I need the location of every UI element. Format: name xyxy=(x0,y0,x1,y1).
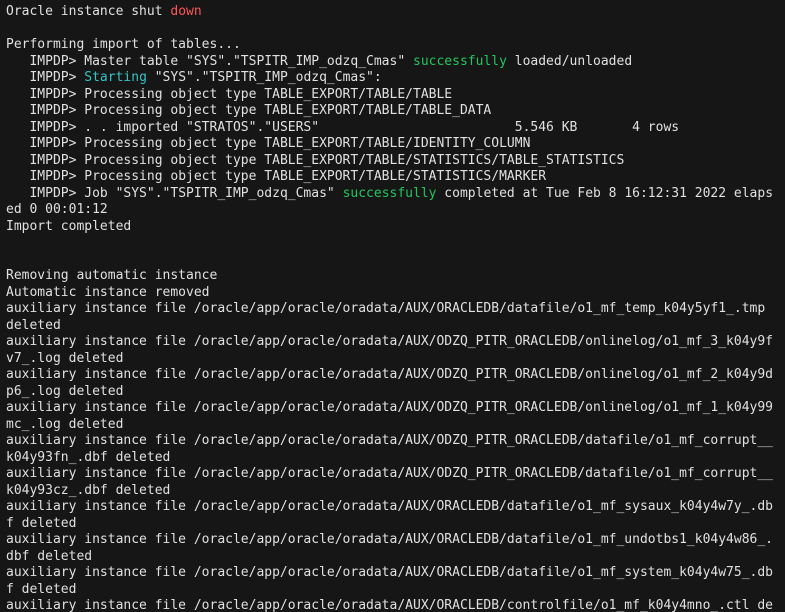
terminal-line: auxiliary instance file /oracle/app/orac… xyxy=(6,598,779,612)
terminal-line: Import completed xyxy=(6,219,779,236)
terminal-line: IMPDP> Processing object type TABLE_EXPO… xyxy=(6,87,779,104)
terminal-text: auxiliary instance file /oracle/app/orac… xyxy=(6,367,773,399)
terminal-text: Automatic instance removed xyxy=(6,285,210,300)
terminal-text: Oracle instance shut xyxy=(6,4,170,19)
terminal-text: IMPDP> Processing object type TABLE_EXPO… xyxy=(6,103,491,118)
terminal-line: IMPDP> Job "SYS"."TSPITR_IMP_odzq_Cmas" … xyxy=(6,186,779,219)
terminal-line xyxy=(6,21,779,38)
terminal-line: Performing import of tables... xyxy=(6,37,779,54)
terminal-text: IMPDP> Job "SYS"."TSPITR_IMP_odzq_Cmas" xyxy=(6,186,343,201)
terminal-line: IMPDP> Processing object type TABLE_EXPO… xyxy=(6,103,779,120)
terminal-text: IMPDP> Processing object type TABLE_EXPO… xyxy=(6,169,546,184)
terminal-text: auxiliary instance file /oracle/app/orac… xyxy=(6,400,773,432)
terminal-text: auxiliary instance file /oracle/app/orac… xyxy=(6,433,773,465)
terminal-line: IMPDP> Processing object type TABLE_EXPO… xyxy=(6,136,779,153)
terminal-text: IMPDP> Processing object type TABLE_EXPO… xyxy=(6,136,530,151)
terminal-text: loaded/unloaded xyxy=(507,54,632,69)
terminal-line xyxy=(6,235,779,252)
terminal-line: auxiliary instance file /oracle/app/orac… xyxy=(6,301,779,334)
terminal-line: auxiliary instance file /oracle/app/orac… xyxy=(6,565,779,598)
terminal-text: auxiliary instance file /oracle/app/orac… xyxy=(6,598,773,612)
terminal-text: successfully xyxy=(413,54,507,69)
terminal-line: IMPDP> Starting "SYS"."TSPITR_IMP_odzq_C… xyxy=(6,70,779,87)
terminal-line xyxy=(6,252,779,269)
terminal-line: auxiliary instance file /oracle/app/orac… xyxy=(6,334,779,367)
terminal-text: "SYS"."TSPITR_IMP_odzq_Cmas": xyxy=(147,70,382,85)
terminal-text: IMPDP> Master table "SYS"."TSPITR_IMP_od… xyxy=(6,54,413,69)
terminal-line: Automatic instance removed xyxy=(6,285,779,302)
terminal-line: IMPDP> Master table "SYS"."TSPITR_IMP_od… xyxy=(6,54,779,71)
terminal-line: auxiliary instance file /oracle/app/orac… xyxy=(6,367,779,400)
terminal-text: successfully xyxy=(343,186,437,201)
terminal-line: Removing automatic instance xyxy=(6,268,779,285)
terminal-line: auxiliary instance file /oracle/app/orac… xyxy=(6,400,779,433)
terminal-text: auxiliary instance file /oracle/app/orac… xyxy=(6,334,773,366)
terminal-line: auxiliary instance file /oracle/app/orac… xyxy=(6,532,779,565)
terminal-text: IMPDP> xyxy=(6,70,84,85)
terminal-line: IMPDP> Processing object type TABLE_EXPO… xyxy=(6,169,779,186)
terminal-text: Import completed xyxy=(6,219,131,234)
terminal-text: Performing import of tables... xyxy=(6,37,241,52)
terminal-text: IMPDP> Processing object type TABLE_EXPO… xyxy=(6,87,452,102)
terminal-line: IMPDP> . . imported "STRATOS"."USERS" 5.… xyxy=(6,120,779,137)
terminal-output: Oracle instance shut down Performing imp… xyxy=(0,0,785,612)
terminal-line: auxiliary instance file /oracle/app/orac… xyxy=(6,499,779,532)
terminal-line: auxiliary instance file /oracle/app/orac… xyxy=(6,433,779,466)
terminal-text: IMPDP> . . imported "STRATOS"."USERS" 5.… xyxy=(6,120,679,135)
terminal-text: auxiliary instance file /oracle/app/orac… xyxy=(6,532,773,564)
terminal-text: auxiliary instance file /oracle/app/orac… xyxy=(6,565,773,597)
terminal-line: IMPDP> Processing object type TABLE_EXPO… xyxy=(6,153,779,170)
terminal-line: auxiliary instance file /oracle/app/orac… xyxy=(6,466,779,499)
terminal-text: down xyxy=(170,4,201,19)
terminal-line: Oracle instance shut down xyxy=(6,4,779,21)
terminal-text: Starting xyxy=(84,70,147,85)
terminal-text: Removing automatic instance xyxy=(6,268,217,283)
terminal-text: IMPDP> Processing object type TABLE_EXPO… xyxy=(6,153,624,168)
terminal-text: auxiliary instance file /oracle/app/orac… xyxy=(6,301,773,333)
terminal-text: auxiliary instance file /oracle/app/orac… xyxy=(6,466,773,498)
terminal-text: auxiliary instance file /oracle/app/orac… xyxy=(6,499,773,531)
